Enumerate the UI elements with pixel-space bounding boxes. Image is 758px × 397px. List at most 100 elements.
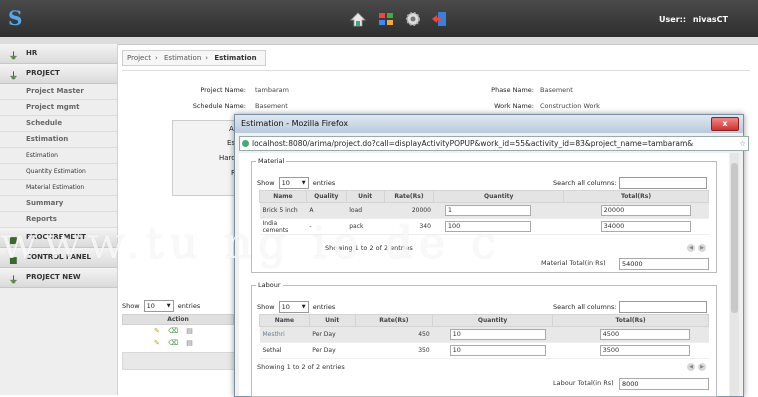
sidebar-item-project-mgmt[interactable]: Project mgmt — [0, 100, 117, 116]
main-grid-length: Show 10 entries — [122, 300, 200, 312]
sidebar-section-hr[interactable]: ⏚ HR — [0, 44, 117, 64]
edit-icon[interactable]: ✎ — [154, 339, 160, 347]
prev-page-icon[interactable]: ◀ — [687, 363, 695, 371]
sidebar-subitem-quantity-estimation[interactable]: Quantity Estimation — [0, 164, 117, 180]
quantity-input[interactable]: 100 — [444, 221, 531, 232]
top-bar: S User:: nivasCT — [0, 0, 758, 37]
work-name-label: Work Name: — [494, 102, 534, 110]
sidebar-subitem-material-estimation[interactable]: Material Estimation — [0, 180, 117, 196]
col-total[interactable]: Total(Rs) — [552, 314, 709, 327]
grid-footer — [122, 352, 236, 370]
material-total-label: Material Total(in Rs) — [541, 259, 606, 267]
total-input[interactable]: 20000 — [600, 205, 691, 216]
action-header[interactable]: Action — [122, 314, 234, 325]
total-input[interactable]: 3500 — [599, 345, 690, 356]
material-total-field[interactable]: 54000 — [619, 258, 709, 270]
cell-rate: 450 — [355, 326, 433, 343]
popup-title-bar[interactable]: Estimation - Mozilla Firefox x — [235, 115, 743, 133]
material-info: Showing 1 to 2 of 2 entries — [325, 244, 413, 252]
cell-quality: - — [306, 218, 347, 235]
labour-total-field[interactable]: 8000 — [619, 378, 709, 390]
breadcrumb-item-project[interactable]: Project — [127, 54, 151, 62]
col-unit[interactable]: Unit — [345, 190, 385, 203]
org-chart-icon[interactable] — [378, 11, 394, 27]
col-name[interactable]: Name — [259, 190, 307, 203]
view-icon[interactable]: ▤ — [186, 327, 193, 335]
sidebar-section-project-new[interactable]: ⏚ PROJECT NEW — [0, 268, 117, 288]
sidebar-item-summary[interactable]: Summary — [0, 196, 117, 212]
sidebar-item-estimation[interactable]: Estimation — [0, 132, 117, 148]
entries-label: entries — [312, 179, 336, 187]
labour-length: Show 10 entries — [257, 301, 335, 313]
scrollbar-thumb[interactable] — [731, 163, 738, 313]
work-name-value: Construction Work — [540, 102, 600, 110]
col-rate[interactable]: Rate(Rs) — [383, 190, 435, 203]
material-entries-select[interactable]: 10 — [278, 177, 309, 189]
entries-label: entries — [177, 302, 201, 310]
home-icon[interactable] — [350, 11, 366, 27]
col-quantity[interactable]: Quantity — [433, 190, 565, 203]
user-name[interactable]: nivasCT — [693, 15, 728, 24]
table-row: India cements - pack 340 100 34000 — [259, 218, 709, 235]
entries-select[interactable]: 10 — [143, 300, 174, 312]
sidebar-section-label: PROJECT NEW — [26, 273, 81, 281]
phase-name-value: Basement — [540, 86, 573, 94]
row-actions: ✎ ⌫ ▤ — [154, 327, 193, 335]
gear-icon[interactable] — [405, 11, 421, 27]
url-bar[interactable]: localhost:8080/arima/project.do?call=dis… — [239, 136, 749, 151]
col-quality[interactable]: Quality — [305, 190, 347, 203]
app-logo: S — [8, 6, 23, 30]
material-legend: Material — [258, 157, 285, 165]
sidebar: ⏚ HR ⏚ PROJECT Project Master Project mgmt… — [0, 44, 118, 395]
breadcrumb-item-estimation[interactable]: Estimation — [164, 54, 201, 62]
quantity-input[interactable]: 10 — [449, 345, 546, 356]
material-table: Name Quality Unit Rate(Rs) Quantity Tota… — [259, 190, 709, 235]
col-rate[interactable]: Rate(Rs) — [354, 314, 434, 327]
labour-legend: Labour — [258, 281, 281, 289]
plug-icon: ⏚ — [9, 276, 19, 286]
sidebar-section-label: PROCUREMENT — [26, 233, 86, 241]
labour-total-label: Labour Total(in Rs) — [553, 379, 614, 387]
quantity-input[interactable]: 1 — [444, 205, 531, 216]
sidebar-subitem-estimation[interactable]: Estimation — [0, 148, 117, 164]
col-total[interactable]: Total(Rs) — [563, 190, 709, 203]
edit-icon[interactable]: ✎ — [154, 327, 160, 335]
delete-icon[interactable]: ⌫ — [168, 339, 178, 347]
cell-name: Brick 5 inch — [259, 202, 307, 219]
total-input[interactable]: 4500 — [599, 329, 690, 340]
reload-icon[interactable]: ☆ — [739, 137, 746, 150]
col-unit[interactable]: Unit — [308, 314, 356, 327]
cell-name: Sethal — [259, 342, 310, 359]
total-input[interactable]: 34000 — [600, 221, 691, 232]
labour-entries-select[interactable]: 10 — [278, 301, 309, 313]
material-search-input[interactable] — [618, 177, 707, 189]
view-icon[interactable]: ▤ — [186, 339, 193, 347]
labour-search-input[interactable] — [618, 301, 707, 313]
search-label: Search all columns: — [553, 179, 617, 187]
activity-panel: A Es Hard R — [172, 120, 238, 196]
next-page-icon[interactable]: ▶ — [698, 363, 706, 371]
popup-scrollbar[interactable] — [730, 153, 739, 396]
col-name[interactable]: Name — [259, 314, 310, 327]
col-quantity[interactable]: Quantity — [432, 314, 554, 327]
show-label: Show — [257, 303, 275, 311]
plug-icon: ⏚ — [9, 72, 19, 82]
labour-table: Name Unit Rate(Rs) Quantity Total(Rs) Me… — [259, 314, 709, 359]
row-actions: ✎ ⌫ ▤ — [154, 339, 193, 347]
sidebar-section-control-panel[interactable]: ■ CONTROL PANEL — [0, 248, 117, 268]
prev-page-icon[interactable]: ◀ — [687, 244, 695, 252]
sidebar-section-project[interactable]: ⏚ PROJECT — [0, 64, 117, 84]
close-button[interactable]: x — [711, 117, 739, 131]
site-icon — [242, 140, 249, 147]
breadcrumb-separator: › — [154, 54, 158, 62]
cell-rate: 350 — [355, 342, 433, 359]
sidebar-item-schedule[interactable]: Schedule — [0, 116, 117, 132]
sidebar-section-procurement[interactable]: ■ PROCUREMENT — [0, 228, 117, 248]
logout-icon[interactable] — [431, 11, 447, 27]
quantity-input[interactable]: 10 — [449, 329, 546, 340]
delete-icon[interactable]: ⌫ — [168, 327, 178, 335]
user-label: User:: — [659, 15, 687, 24]
form-divider — [122, 70, 750, 71]
sidebar-item-reports[interactable]: Reports — [0, 212, 117, 228]
next-page-icon[interactable]: ▶ — [698, 244, 706, 252]
